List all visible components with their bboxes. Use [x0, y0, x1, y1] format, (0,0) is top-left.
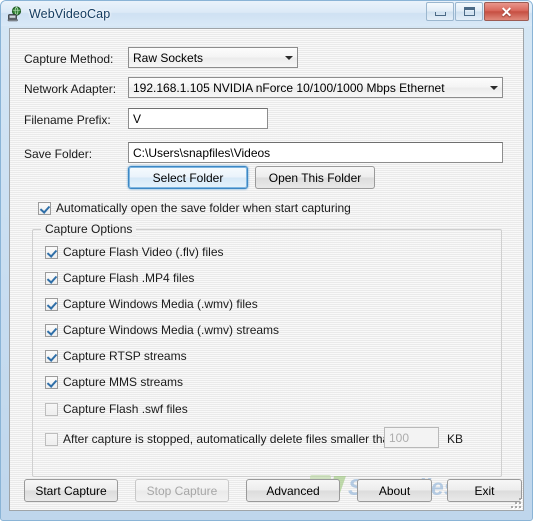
- minimize-button[interactable]: [426, 2, 454, 21]
- checkbox-label: Capture Flash .swf files: [63, 402, 188, 416]
- checkbox-icon: [45, 245, 58, 259]
- delete-size-unit-label: KB: [447, 432, 464, 446]
- capture-method-dropdown[interactable]: Raw Sockets: [128, 47, 298, 68]
- checkbox-capture-flv[interactable]: Capture Flash Video (.flv) files: [45, 245, 224, 259]
- filename-prefix-label: Filename Prefix:: [24, 113, 111, 127]
- network-adapter-dropdown[interactable]: 192.168.1.105 NVIDIA nForce 10/100/1000 …: [128, 77, 503, 98]
- checkbox-capture-mp4[interactable]: Capture Flash .MP4 files: [45, 271, 194, 285]
- checkbox-label: Capture Flash Video (.flv) files: [63, 245, 224, 259]
- checkbox-delete-small-files[interactable]: After capture is stopped, automatically …: [45, 432, 399, 446]
- checkbox-label: Capture Flash .MP4 files: [63, 271, 195, 285]
- auto-open-folder-checkbox[interactable]: Automatically open the save folder when …: [38, 201, 351, 215]
- window-controls: ✕: [425, 2, 529, 22]
- delete-small-files-label: After capture is stopped, automatically …: [63, 432, 400, 446]
- checkbox-capture-wmv-files[interactable]: Capture Windows Media (.wmv) files: [45, 297, 258, 311]
- checkbox-icon: [45, 402, 58, 416]
- auto-open-folder-label: Automatically open the save folder when …: [56, 201, 351, 215]
- checkbox-capture-swf[interactable]: Capture Flash .swf files: [45, 402, 188, 416]
- webcam-globe-icon: [7, 6, 23, 22]
- checkbox-icon: [45, 297, 58, 311]
- maximize-button[interactable]: [455, 2, 483, 21]
- capture-options-title: Capture Options: [41, 222, 137, 236]
- open-this-folder-button[interactable]: Open This Folder: [255, 166, 375, 189]
- save-folder-input[interactable]: C:\Users\snapfiles\Videos: [128, 142, 503, 163]
- close-button[interactable]: ✕: [484, 2, 529, 21]
- select-folder-button[interactable]: Select Folder: [128, 166, 248, 189]
- checkbox-icon: [38, 201, 51, 215]
- chevron-down-icon: [485, 78, 502, 97]
- checkbox-capture-rtsp[interactable]: Capture RTSP streams: [45, 349, 187, 363]
- delete-size-input[interactable]: 100: [384, 427, 439, 448]
- checkbox-label: Capture Windows Media (.wmv) streams: [63, 323, 280, 337]
- checkbox-label: Capture Windows Media (.wmv) files: [63, 297, 258, 311]
- network-adapter-value: 192.168.1.105 NVIDIA nForce 10/100/1000 …: [133, 80, 445, 95]
- client-area: Capture Method: Raw Sockets Network Adap…: [9, 28, 524, 511]
- checkbox-icon: [45, 271, 58, 285]
- stop-capture-button[interactable]: Stop Capture: [135, 479, 229, 502]
- about-button[interactable]: About: [357, 479, 432, 502]
- exit-button[interactable]: Exit: [447, 479, 522, 502]
- chevron-down-icon: [280, 48, 297, 67]
- checkbox-icon: [45, 349, 58, 363]
- capture-method-label: Capture Method:: [24, 52, 114, 66]
- application-window: WebVideoCap ✕ Capture Method: Raw Socket…: [0, 0, 533, 521]
- checkbox-label: Capture MMS streams: [63, 375, 184, 389]
- filename-prefix-input[interactable]: V: [128, 108, 268, 129]
- close-icon: ✕: [500, 3, 513, 20]
- maximize-icon: [463, 7, 475, 16]
- checkbox-icon: [45, 375, 58, 389]
- start-capture-button[interactable]: Start Capture: [24, 479, 118, 502]
- checkbox-icon: [45, 323, 58, 337]
- checkbox-capture-wmv-streams[interactable]: Capture Windows Media (.wmv) streams: [45, 323, 279, 337]
- title-bar[interactable]: WebVideoCap ✕: [1, 1, 532, 26]
- window-title: WebVideoCap: [29, 6, 111, 21]
- capture-method-value: Raw Sockets: [133, 50, 204, 65]
- minimize-icon: [434, 12, 446, 16]
- advanced-button[interactable]: Advanced: [246, 479, 340, 502]
- save-folder-label: Save Folder:: [24, 147, 93, 161]
- checkbox-label: Capture RTSP streams: [63, 349, 187, 363]
- network-adapter-label: Network Adapter:: [24, 82, 117, 96]
- checkbox-capture-mms[interactable]: Capture MMS streams: [45, 375, 183, 389]
- checkbox-icon: [45, 432, 58, 446]
